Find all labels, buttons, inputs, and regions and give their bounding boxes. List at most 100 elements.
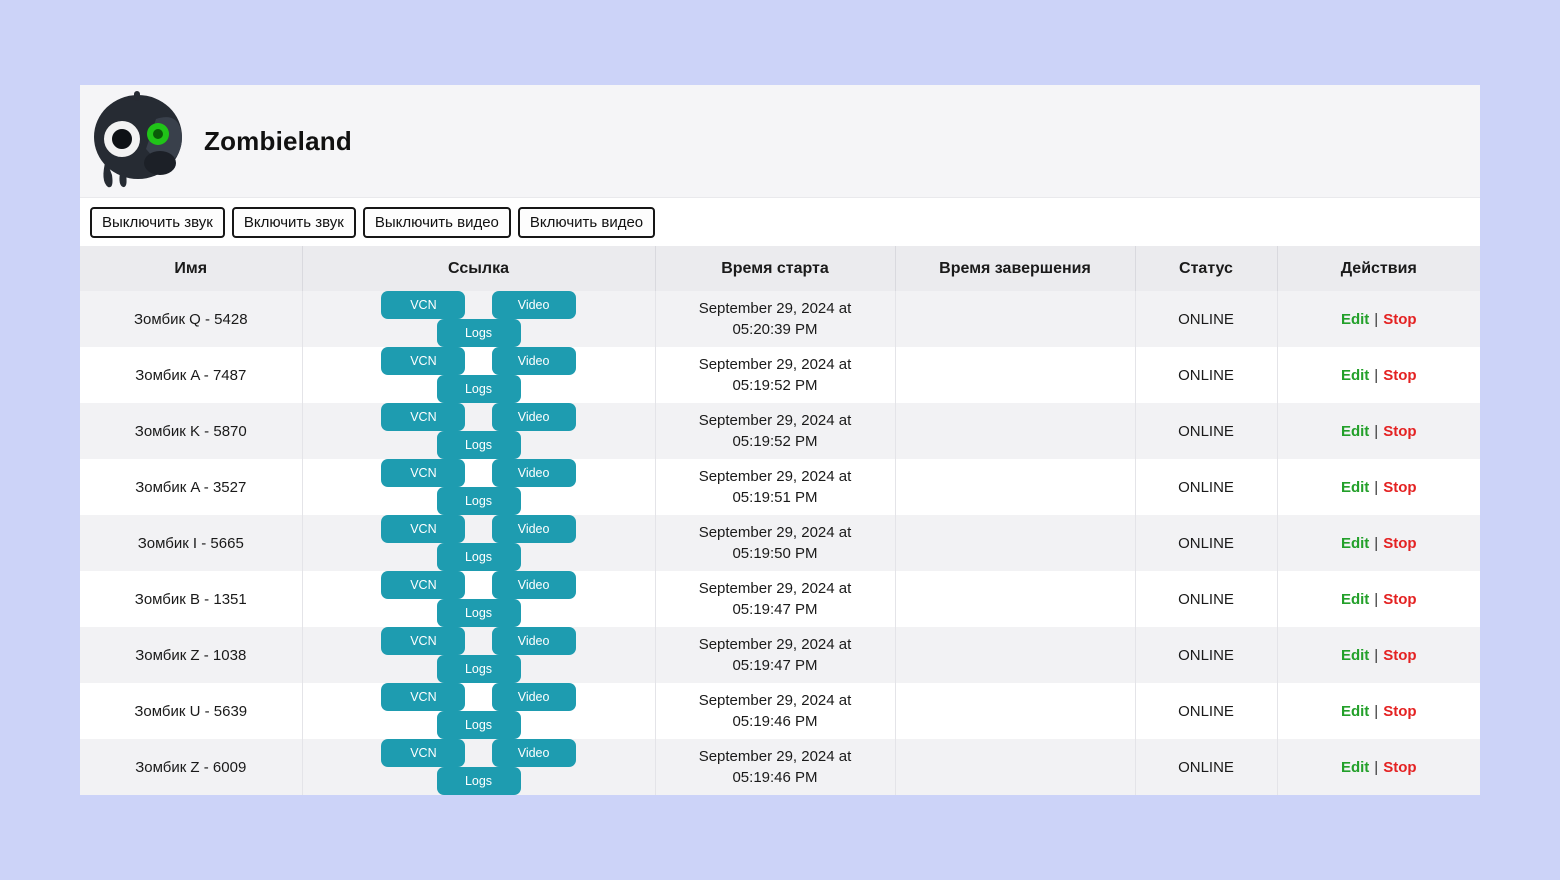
logs-button[interactable]: Logs — [436, 431, 521, 459]
status-badge: ONLINE — [1134, 403, 1277, 459]
vcn-button[interactable]: VCN — [381, 291, 466, 319]
logs-button[interactable]: Logs — [436, 487, 521, 515]
end-time — [894, 683, 1135, 739]
zombie-name: Зомбик Z - 1038 — [135, 646, 247, 664]
mute-sound-button[interactable]: Выключить звук — [90, 207, 225, 238]
enable-video-button[interactable]: Включить видео — [517, 207, 656, 238]
table-row: Зомбик Z - 6009 VCN Video Logs September… — [80, 739, 1480, 795]
stop-link[interactable]: Stop — [1383, 479, 1416, 496]
vcn-button[interactable]: VCN — [381, 403, 466, 431]
column-header-end-time: Время завершения — [894, 246, 1135, 291]
action-separator: | — [1374, 366, 1379, 384]
logs-button[interactable]: Logs — [436, 375, 521, 403]
end-time — [894, 291, 1135, 347]
action-separator: | — [1374, 758, 1379, 776]
edit-link[interactable]: Edit — [1341, 311, 1369, 328]
start-time: September 29, 2024 at 05:19:47 PM — [654, 571, 895, 627]
video-button[interactable]: Video — [491, 515, 576, 543]
table-row: Зомбик I - 5665 VCN Video Logs September… — [80, 515, 1480, 571]
edit-link[interactable]: Edit — [1341, 479, 1369, 496]
table-row: Зомбик Q - 5428 VCN Video Logs September… — [80, 291, 1480, 347]
vcn-button[interactable]: VCN — [381, 571, 466, 599]
logs-button[interactable]: Logs — [436, 543, 521, 571]
action-separator: | — [1374, 534, 1379, 552]
column-header-links: Ссылка — [301, 246, 655, 291]
disable-video-button[interactable]: Выключить видео — [362, 207, 511, 238]
action-separator: | — [1374, 646, 1379, 664]
logs-button[interactable]: Logs — [436, 711, 521, 739]
actions-cell: Edit | Stop — [1276, 459, 1480, 515]
vcn-button[interactable]: VCN — [381, 347, 466, 375]
link-buttons-cell: VCN Video Logs — [301, 515, 655, 571]
edit-link[interactable]: Edit — [1341, 591, 1369, 608]
actions-cell: Edit | Stop — [1276, 571, 1480, 627]
column-header-actions: Действия — [1276, 246, 1480, 291]
column-header-name: Имя — [80, 246, 302, 291]
vcn-button[interactable]: VCN — [381, 739, 466, 767]
logs-button[interactable]: Logs — [436, 655, 521, 683]
video-button[interactable]: Video — [491, 459, 576, 487]
page-title: Zombieland — [204, 125, 352, 156]
edit-link[interactable]: Edit — [1341, 759, 1369, 776]
edit-link[interactable]: Edit — [1341, 535, 1369, 552]
table-row: Зомбик K - 5870 VCN Video Logs September… — [80, 403, 1480, 459]
zombie-robot-head-icon — [94, 91, 182, 188]
action-separator: | — [1374, 422, 1379, 440]
video-button[interactable]: Video — [491, 571, 576, 599]
video-button[interactable]: Video — [491, 627, 576, 655]
start-time: September 29, 2024 at 05:19:47 PM — [654, 627, 895, 683]
vcn-button[interactable]: VCN — [381, 627, 466, 655]
zombie-name: Зомбик Q - 5428 — [133, 310, 248, 328]
end-time — [894, 459, 1135, 515]
start-time: September 29, 2024 at 05:19:51 PM — [654, 459, 895, 515]
logs-button[interactable]: Logs — [436, 319, 521, 347]
zombie-table: Имя Ссылка Время старта Время завершения… — [80, 246, 1480, 795]
video-button[interactable]: Video — [491, 683, 576, 711]
edit-link[interactable]: Edit — [1341, 647, 1369, 664]
stop-link[interactable]: Stop — [1383, 647, 1416, 664]
vcn-button[interactable]: VCN — [381, 683, 466, 711]
link-buttons-cell: VCN Video Logs — [301, 403, 655, 459]
link-buttons-cell: VCN Video Logs — [301, 347, 655, 403]
stop-link[interactable]: Stop — [1383, 311, 1416, 328]
stop-link[interactable]: Stop — [1383, 367, 1416, 384]
column-header-start-time: Время старта — [654, 246, 895, 291]
edit-link[interactable]: Edit — [1341, 423, 1369, 440]
unmute-sound-button[interactable]: Включить звук — [231, 207, 356, 238]
stop-link[interactable]: Stop — [1383, 535, 1416, 552]
video-button[interactable]: Video — [491, 291, 576, 319]
action-separator: | — [1374, 590, 1379, 608]
stop-link[interactable]: Stop — [1383, 591, 1416, 608]
start-time: September 29, 2024 at 05:19:52 PM — [654, 347, 895, 403]
zombie-name: Зомбик K - 5870 — [134, 422, 247, 440]
actions-cell: Edit | Stop — [1276, 683, 1480, 739]
logs-button[interactable]: Logs — [436, 599, 521, 627]
vcn-button[interactable]: VCN — [381, 459, 466, 487]
status-badge: ONLINE — [1134, 683, 1277, 739]
stop-link[interactable]: Stop — [1383, 423, 1416, 440]
edit-link[interactable]: Edit — [1341, 367, 1369, 384]
vcn-button[interactable]: VCN — [381, 515, 466, 543]
actions-cell: Edit | Stop — [1276, 627, 1480, 683]
zombie-name: Зомбик A - 7487 — [135, 366, 247, 384]
logs-button[interactable]: Logs — [436, 767, 521, 795]
status-badge: ONLINE — [1134, 347, 1277, 403]
table-row: Зомбик A - 3527 VCN Video Logs September… — [80, 459, 1480, 515]
end-time — [894, 739, 1135, 795]
stop-link[interactable]: Stop — [1383, 759, 1416, 776]
zombie-name: Зомбик B - 1351 — [134, 590, 247, 608]
zombie-table-body: Зомбик Q - 5428 VCN Video Logs September… — [80, 291, 1480, 795]
zombie-name: Зомбик Z - 6009 — [135, 758, 247, 776]
video-button[interactable]: Video — [491, 403, 576, 431]
sound-video-toolbar: Выключить звук Включить звук Выключить в… — [80, 198, 1480, 246]
link-buttons-cell: VCN Video Logs — [301, 683, 655, 739]
start-time: September 29, 2024 at 05:19:46 PM — [654, 739, 895, 795]
video-button[interactable]: Video — [491, 739, 576, 767]
app-window: Zombieland Выключить звук Включить звук … — [80, 85, 1480, 795]
video-button[interactable]: Video — [491, 347, 576, 375]
status-badge: ONLINE — [1134, 291, 1277, 347]
actions-cell: Edit | Stop — [1276, 291, 1480, 347]
stop-link[interactable]: Stop — [1383, 703, 1416, 720]
edit-link[interactable]: Edit — [1341, 703, 1369, 720]
app-header: Zombieland — [80, 85, 1480, 198]
